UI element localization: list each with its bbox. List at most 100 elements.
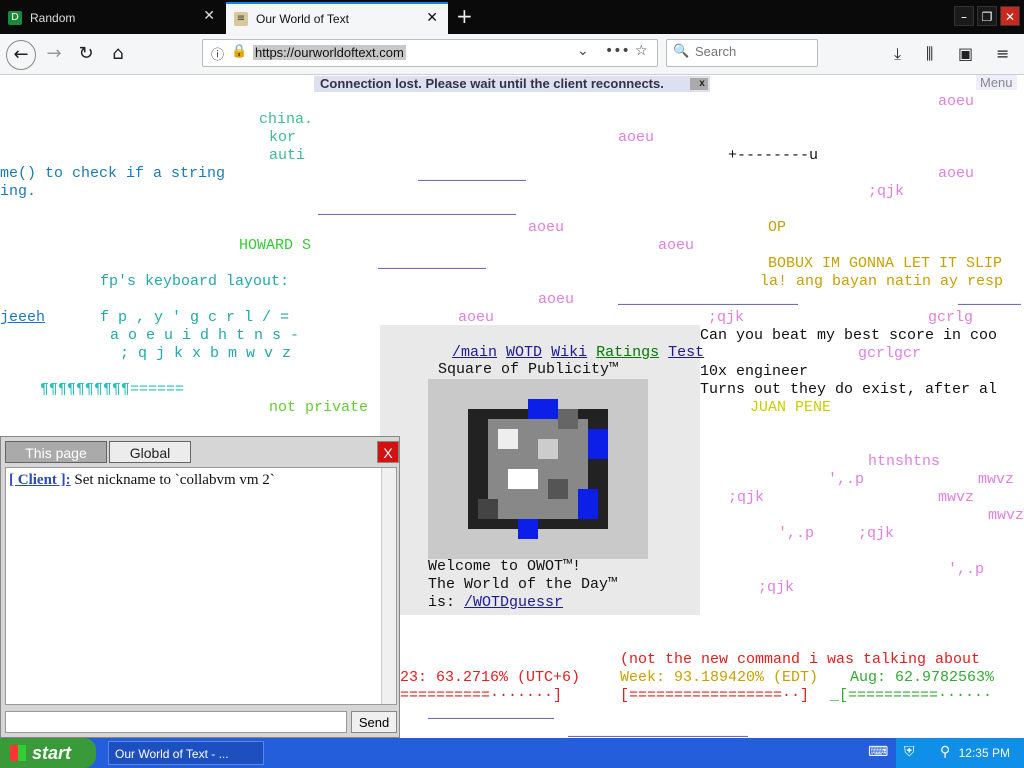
banner-close-button[interactable]: x	[690, 78, 708, 90]
welcome-line-3: is:	[428, 594, 465, 611]
main-link[interactable]: /main	[452, 344, 497, 361]
world-text: OP	[768, 219, 787, 236]
close-tab-icon[interactable]: ✕	[426, 10, 438, 26]
world-text: not private	[269, 399, 369, 416]
sidebar-icon[interactable]: ▣	[958, 44, 973, 63]
chat-close-button[interactable]: X	[377, 441, 399, 463]
wotd-link[interactable]: WOTD	[506, 344, 542, 361]
hamburger-menu-icon[interactable]: ≡	[996, 44, 1009, 63]
world-text: ',.p	[778, 525, 815, 542]
chat-scrollbar[interactable]	[381, 468, 396, 704]
chat-text: Set nickname to `collabvm vm 2`	[74, 472, 275, 488]
world-text: ing.	[0, 183, 37, 200]
start-button[interactable]: start	[0, 738, 96, 768]
world-text: ;qjk	[858, 525, 895, 542]
downloads-icon[interactable]: ⤓	[894, 44, 901, 64]
world-text: JUAN PENE	[750, 399, 832, 416]
new-tab-icon[interactable]: +	[456, 4, 473, 28]
world-text: gcrlg	[928, 309, 974, 326]
world-text: HOWARD S	[239, 237, 312, 254]
world-text: auti	[269, 147, 306, 164]
world-text: htnshtns	[868, 453, 941, 470]
wotd-guessr-link[interactable]: /WOTDguessr	[464, 594, 563, 611]
tab-our-world-of-text[interactable]: ≡ Our World of Text ✕	[226, 2, 448, 34]
browser-tab-strip: D Random ✕ ≡ Our World of Text ✕ + – ❐ ✕	[0, 0, 1024, 34]
world-text: Turns out they do exist, after al	[700, 381, 998, 398]
world-text: ;qjk	[758, 579, 795, 596]
search-input[interactable]	[693, 43, 817, 60]
square-of-publicity-title: Square of Publicity™	[438, 361, 619, 378]
world-text: mwvz	[988, 507, 1024, 524]
site-info-icon[interactable]: ⓘ	[211, 44, 224, 63]
menu-link[interactable]: Menu	[976, 75, 1017, 90]
welcome-line-2: The World of the Day™	[428, 576, 618, 593]
test-link[interactable]: Test	[668, 344, 704, 361]
world-text: Can you beat my best score in coo	[700, 327, 998, 344]
ratings-link[interactable]: Ratings	[596, 344, 659, 361]
world-text: ____________	[378, 255, 487, 272]
tab-random[interactable]: D Random ✕	[0, 2, 225, 34]
world-text: ==========·······]	[400, 687, 563, 704]
tab-label: Our World of Text	[256, 12, 349, 26]
world-text: jeeeh	[0, 309, 46, 326]
restore-icon[interactable]: ❐	[977, 6, 997, 26]
world-text: mwvz	[978, 471, 1015, 488]
connection-lost-banner: Connection lost. Please wait until the c…	[314, 76, 710, 92]
system-tray: ⌨ ⛨ ⚲ 12:35 PM	[868, 738, 1024, 768]
close-tab-icon[interactable]: ✕	[203, 8, 215, 24]
world-text: ',.p	[828, 471, 865, 488]
tab-label: Random	[30, 11, 76, 25]
url-bar[interactable]: ⓘ 🔒 https://ourworldoftext.com ⌄ ••• ☆	[202, 39, 658, 67]
world-text: aoeu	[658, 237, 695, 254]
home-icon[interactable]: ⌂	[104, 40, 132, 68]
world-text: ¶¶¶¶¶¶¶¶¶¶======	[40, 381, 185, 398]
taskbar-item-firefox[interactable]: Our World of Text - ...	[108, 741, 264, 765]
world-text: ',.p	[948, 561, 985, 578]
owot-favicon-icon: ≡	[234, 12, 248, 26]
chat-tab-global[interactable]: Global	[109, 441, 191, 463]
chevron-down-icon[interactable]: ⌄	[577, 43, 589, 59]
world-text: aoeu	[938, 165, 975, 182]
chat-log[interactable]: [ Client ]: Set nickname to `collabvm vm…	[5, 467, 397, 705]
search-tray-icon[interactable]: ⚲	[940, 744, 950, 760]
search-box[interactable]: 🔍	[666, 39, 818, 67]
chat-input[interactable]	[5, 711, 347, 733]
chat-message: [ Client ]: Set nickname to `collabvm vm…	[9, 472, 275, 489]
random-favicon-icon: D	[8, 11, 22, 25]
wiki-link[interactable]: Wiki	[551, 344, 587, 361]
back-icon[interactable]: ←	[6, 40, 36, 70]
banner-text: Connection lost. Please wait until the c…	[320, 76, 664, 91]
clock: 12:35 PM	[958, 746, 1010, 760]
world-text: +--------u	[728, 147, 819, 164]
welcome-line-1: Welcome to OWOT™!	[428, 558, 582, 575]
reload-icon[interactable]: ↻	[72, 40, 100, 68]
chat-window: This page Global X [ Client ]: Set nickn…	[0, 436, 400, 738]
send-button[interactable]: Send	[351, 711, 397, 733]
world-text: ____________________	[618, 291, 799, 308]
start-label: start	[32, 743, 72, 763]
world-text: ; q j k x b m w v z	[120, 345, 292, 362]
world-text: ;qjk	[708, 309, 745, 326]
security-shield-icon[interactable]: ⛨	[904, 744, 915, 760]
keyboard-icon[interactable]: ⌨	[868, 744, 888, 760]
lock-icon: 🔒	[231, 44, 248, 59]
world-text: (not the new command i was talking about	[620, 651, 981, 668]
chat-sender[interactable]: [ Client ]:	[9, 472, 71, 488]
world-text: ____________________	[568, 723, 749, 738]
bookmark-star-icon[interactable]: ☆	[635, 43, 648, 59]
navigation-toolbar: ← → ↻ ⌂ ⓘ 🔒 https://ourworldoftext.com ⌄…	[0, 34, 1024, 75]
library-icon[interactable]: ⫼	[926, 44, 933, 64]
window-close-icon[interactable]: ✕	[1000, 6, 1020, 26]
forward-icon[interactable]: →	[40, 40, 68, 68]
minimize-icon[interactable]: –	[954, 6, 974, 26]
world-text: a o e u i d h t n s -	[110, 327, 300, 344]
owot-center-panel: /main WOTD Wiki Ratings Test Square of P…	[380, 325, 704, 615]
windows-logo-icon	[10, 745, 26, 761]
world-text: _______	[958, 291, 1022, 308]
world-text: ______________________	[318, 201, 517, 218]
url-text[interactable]: https://ourworldoftext.com	[253, 45, 406, 60]
world-text: china.	[259, 111, 314, 128]
world-text: Aug: 62.9782563%	[850, 669, 995, 686]
chat-tab-this-page[interactable]: This page	[5, 441, 107, 463]
page-actions-icon[interactable]: •••	[605, 43, 630, 59]
